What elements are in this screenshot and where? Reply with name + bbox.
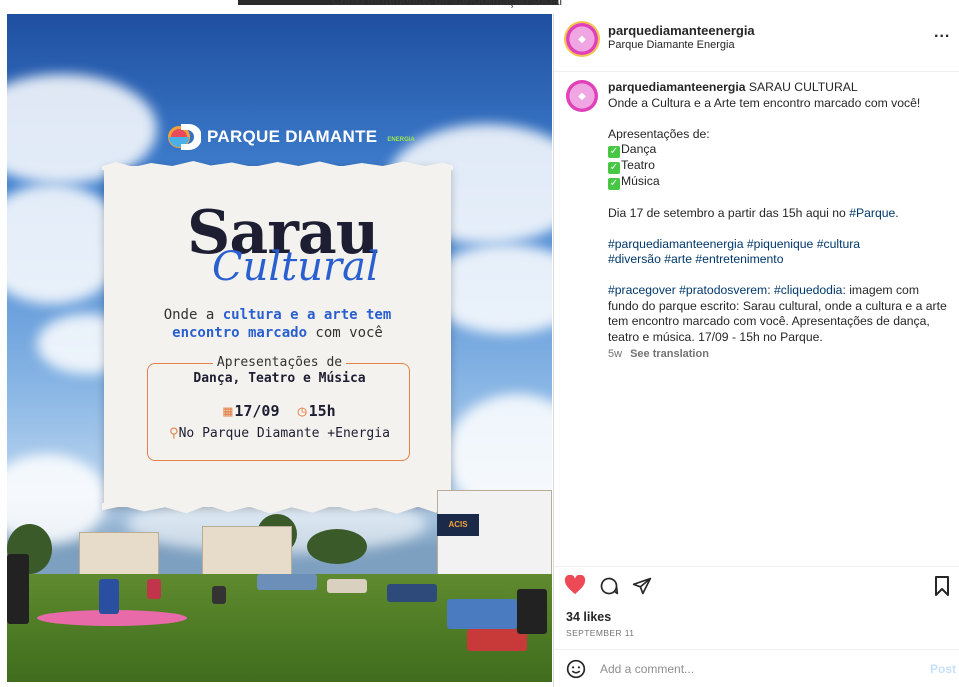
hashtag-link[interactable]: #Parque: [849, 206, 895, 220]
person: [517, 589, 547, 634]
like-heart-icon[interactable]: [564, 574, 586, 600]
header-subtitle[interactable]: Parque Diamante Energia: [608, 39, 735, 51]
checkmark-icon: ✓: [608, 146, 620, 158]
save-bookmark-icon[interactable]: [934, 576, 950, 601]
tagline-highlight: encontro marcado: [172, 325, 307, 341]
box-location: ⚲No Parque Diamante +Energia: [148, 426, 411, 441]
box-time: 15h: [308, 402, 336, 420]
caption-text: parquediamanteenergia SARAU CULTURAL Ond…: [608, 80, 948, 363]
crowd: [257, 574, 317, 590]
post-sidebar: ◆ parquediamanteenergia Parque Diamante …: [553, 14, 959, 687]
caption-punct: .: [895, 205, 899, 220]
avatar[interactable]: ◆: [566, 23, 598, 55]
hashtag-link[interactable]: #pracegover #pratodosverem: [608, 283, 767, 297]
park-building: [79, 532, 159, 580]
comment-icon[interactable]: [599, 576, 619, 601]
diamond-logo-icon: [167, 121, 202, 153]
performer: [99, 579, 119, 614]
park-building: [202, 526, 292, 578]
brand-logo: PARQUE DIAMANTE ENERGIA: [167, 121, 415, 153]
tree: [307, 529, 367, 564]
box-acts: Dança, Teatro e Música: [193, 371, 366, 386]
brand-sub: ENERGIA: [387, 137, 415, 143]
post-age: 5w: [608, 348, 623, 360]
speaker: [7, 554, 29, 624]
tagline-part: com você: [307, 325, 383, 341]
box-location-text: No Parque Diamante +Energia: [178, 426, 390, 441]
avatar-logo-icon: ◆: [578, 33, 586, 45]
hashtag-link[interactable]: #diversão #arte #entretenimento: [608, 252, 948, 268]
caption-punct: :: [767, 283, 774, 297]
box-heading-text: Apresentações de: [212, 355, 347, 370]
title-script: Cultural: [212, 244, 379, 290]
tagline: Onde a cultura e a arte tem encontro mar…: [104, 306, 451, 342]
checkmark-icon: ✓: [608, 178, 620, 190]
share-icon[interactable]: [632, 576, 652, 601]
checkmark-icon: ✓: [608, 162, 620, 174]
crowd: [327, 579, 367, 593]
caption-username[interactable]: parquediamanteenergia: [608, 80, 746, 94]
avatar-logo-icon: ◆: [578, 90, 586, 102]
hashtag-link[interactable]: #cliquedodia: [774, 283, 842, 297]
caption-line: Apresentações de:: [608, 126, 710, 141]
caption-item: Música: [621, 174, 660, 188]
box-date: 17/09: [234, 402, 280, 420]
caption-avatar[interactable]: ◆: [566, 80, 598, 112]
crowd: [447, 599, 517, 629]
person: [147, 579, 161, 599]
caption-line: Onde a Cultura e a Arte tem encontro mar…: [608, 95, 921, 110]
caption-meta: 5w See translation: [608, 347, 948, 363]
brand-name: PARQUE DIAMANTE: [207, 127, 378, 146]
tagline-part: Onde a: [163, 307, 223, 323]
emoji-icon[interactable]: [566, 659, 586, 684]
header-username[interactable]: parquediamanteenergia: [608, 23, 755, 38]
person: [212, 586, 226, 604]
action-bar: 34 likes SEPTEMBER 11 Add a comment... P…: [554, 566, 959, 686]
post-header: ◆ parquediamanteenergia Parque Diamante …: [554, 14, 959, 72]
paper-card: Sarau Cultural Onde a cultura e a arte t…: [102, 161, 453, 514]
post-date: SEPTEMBER 11: [566, 628, 635, 638]
more-options-icon[interactable]: ...: [934, 24, 950, 42]
hashtag-link[interactable]: #parquediamanteenergia #piquenique #cult…: [608, 237, 948, 253]
caption-item: Dança: [621, 142, 657, 156]
top-strip-text: Como ferramentas de transformação social: [332, 0, 563, 8]
see-translation-link[interactable]: See translation: [630, 348, 709, 360]
calendar-icon: ▦: [223, 402, 233, 420]
box-heading: Apresentações de: [148, 355, 411, 370]
post-comment-button[interactable]: Post: [930, 662, 956, 676]
tagline-highlight: cultura e a arte tem: [222, 307, 392, 323]
crowd: [387, 584, 437, 602]
comment-input[interactable]: Add a comment...: [600, 662, 694, 676]
post-image[interactable]: PARQUE DIAMANTE ENERGIA Sarau Cultural O…: [7, 14, 552, 682]
box-date-time: ▦ 17/09 ◷ 15h: [148, 402, 411, 420]
caption-line: Dia 17 de setembro a partir das 15h aqui…: [608, 205, 850, 220]
clock-icon: ◷: [297, 402, 307, 420]
event-box: Apresentações de Dança, Teatro e Música …: [147, 355, 411, 461]
caption-title: SARAU CULTURAL: [745, 80, 858, 94]
billboard: ACIS: [437, 514, 479, 536]
location-pin-icon: ⚲: [169, 426, 179, 441]
comment-bar: Add a comment... Post: [554, 649, 959, 687]
top-strip: Como ferramentas de transformação social: [0, 0, 959, 14]
caption-item: Teatro: [621, 158, 655, 172]
caption-area: ◆ parquediamanteenergia SARAU CULTURAL O…: [554, 74, 959, 574]
likes-count[interactable]: 34 likes: [566, 610, 611, 624]
